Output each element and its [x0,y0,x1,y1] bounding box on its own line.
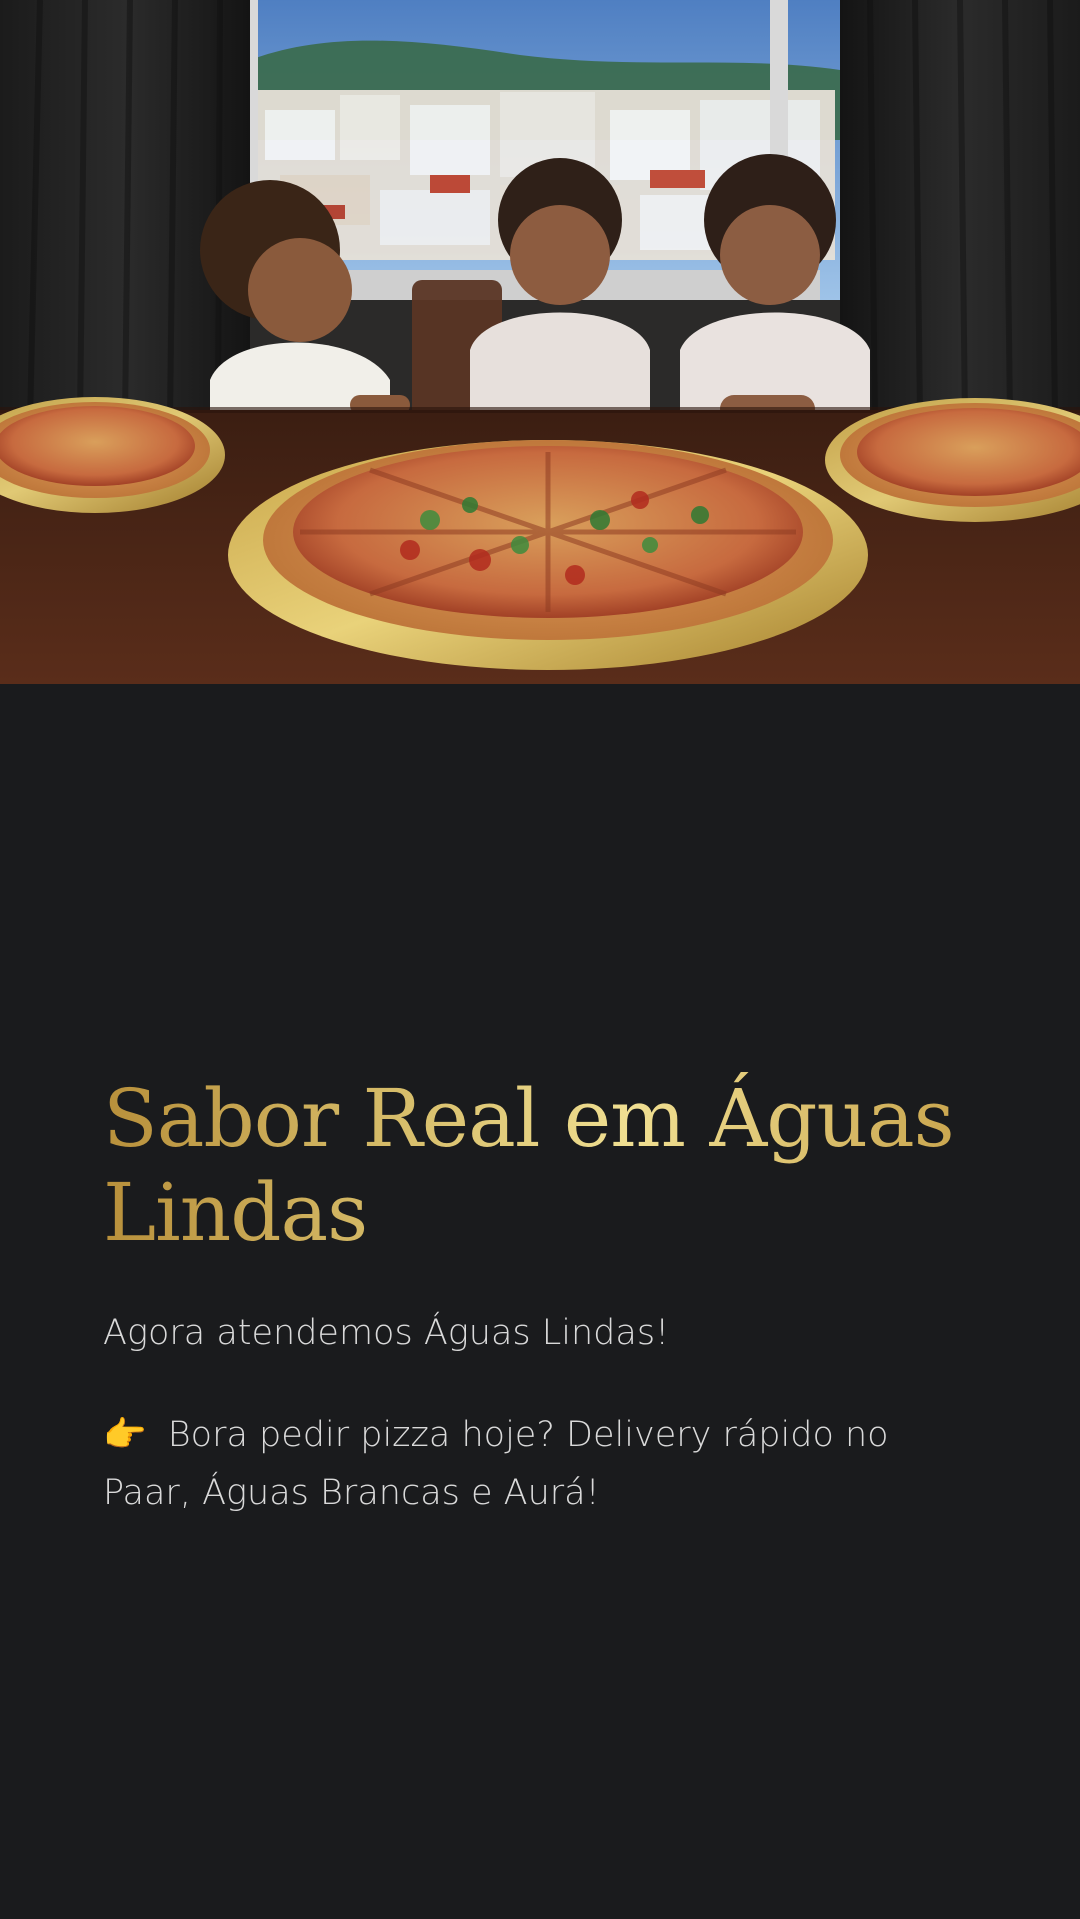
content-section: Sabor Real em Águas Lindas Agora atendem… [0,684,1080,1919]
cta-text: Bora pedir pizza hoje? Delivery rápido n… [103,1415,889,1513]
pointing-right-icon: 👉 [103,1415,147,1455]
hero-photo-illustration [0,0,1080,684]
hero-image [0,0,1080,684]
page-title: Sabor Real em Águas Lindas [103,1072,983,1260]
cta-text-block: 👉 Bora pedir pizza hoje? Delivery rápido… [103,1406,983,1522]
subtitle: Agora atendemos Águas Lindas! [103,1313,670,1353]
page: Sabor Real em Águas Lindas Agora atendem… [0,0,1080,1919]
